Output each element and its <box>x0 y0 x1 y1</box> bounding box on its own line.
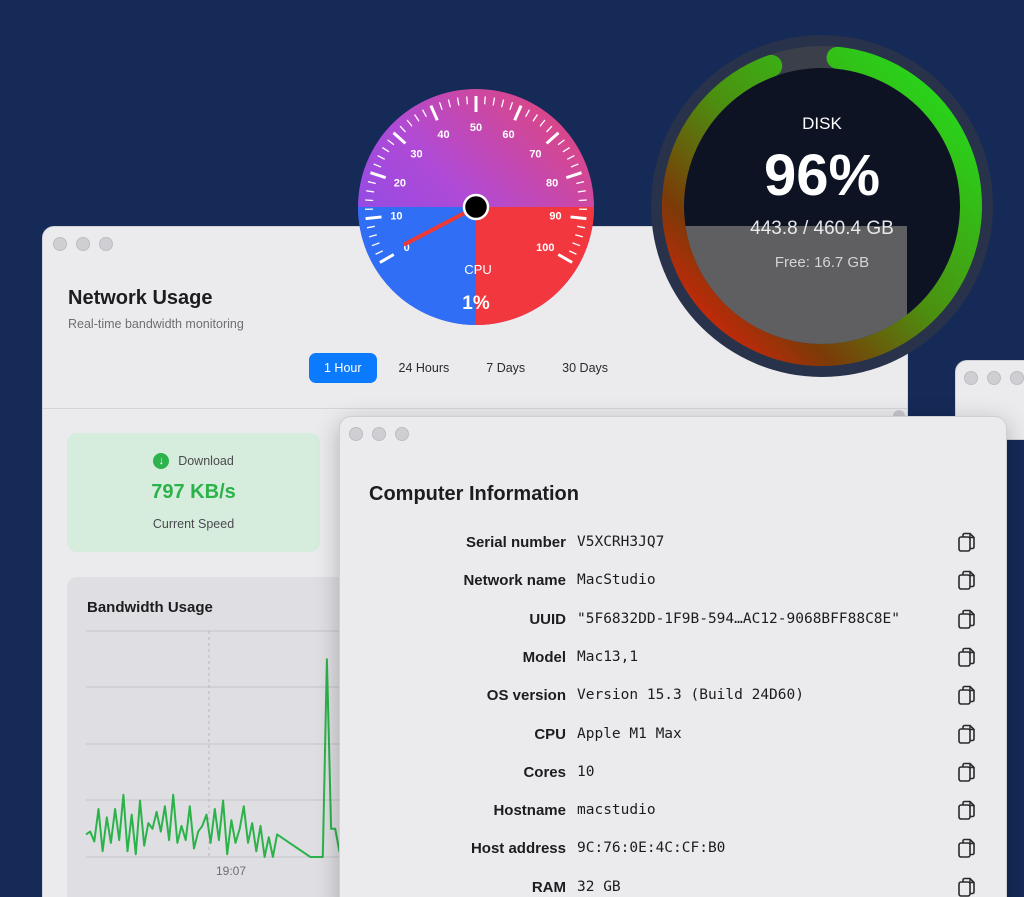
bandwidth-title: Bandwidth Usage <box>87 599 213 616</box>
copy-icon[interactable] <box>957 724 977 746</box>
cpu-gauge-value: 1% <box>462 293 490 314</box>
chart-x-tick-label: 19:07 <box>216 864 246 878</box>
info-label: RAM <box>531 878 566 896</box>
computer-information-window: Computer Information Serial number V5XCRH… <box>339 416 1007 897</box>
tab-7-days[interactable]: 7 Days <box>471 353 540 383</box>
cpu-gauge-hub <box>462 193 490 221</box>
info-value: V5XCRH3JQ7 <box>577 534 665 550</box>
copy-icon[interactable] <box>957 800 977 822</box>
zoom-button[interactable] <box>395 427 409 441</box>
download-label: Download <box>178 454 234 468</box>
window-controls <box>349 427 409 441</box>
cpu-tick-label: 70 <box>529 148 541 160</box>
download-speed: 797 KB/s <box>151 481 236 503</box>
info-label: Network name <box>463 572 566 590</box>
copy-icon[interactable] <box>957 685 977 707</box>
disk-free: Free: 16.7 GB <box>774 254 870 271</box>
cpu-tick-label: 60 <box>502 129 514 141</box>
info-value: "5F6832DD-1F9B-594…AC12-9068BFF88C8E" <box>577 610 901 627</box>
info-label: Cores <box>523 763 566 781</box>
info-label: Model <box>522 648 566 666</box>
copy-icon[interactable] <box>957 532 977 554</box>
info-title: Computer Information <box>369 483 579 505</box>
zoom-button[interactable] <box>1010 371 1024 385</box>
info-label: Serial number <box>465 534 566 551</box>
cpu-tick-label: 30 <box>410 148 422 160</box>
time-range-tabs: 1 Hour 24 Hours 7 Days 30 Days <box>309 353 623 383</box>
cpu-tick-label: 10 <box>390 210 402 222</box>
info-value: Version 15.3 (Build 24D60) <box>577 687 804 704</box>
info-row: Hostname macstudio <box>340 797 1006 827</box>
info-row: RAM 32 GB <box>340 874 1006 897</box>
info-row: Model Mac13,1 <box>340 644 1006 674</box>
download-caption: Current Speed <box>152 517 235 531</box>
close-button[interactable] <box>53 237 67 251</box>
info-row: Host address 9C:76:0E:4C:CF:B0 <box>340 835 1006 865</box>
minimize-button[interactable] <box>76 237 90 251</box>
cpu-gauge-lower-left <box>358 207 476 325</box>
close-button[interactable] <box>349 427 363 441</box>
copy-icon[interactable] <box>957 609 977 631</box>
copy-icon[interactable] <box>957 877 977 897</box>
window-controls <box>53 237 113 251</box>
info-value: MacStudio <box>577 572 656 589</box>
copy-icon[interactable] <box>957 762 977 784</box>
copy-icon[interactable] <box>957 647 977 669</box>
info-row: Cores 10 <box>340 759 1006 789</box>
info-label: Host address <box>470 840 566 858</box>
disk-label: DISK <box>802 114 842 133</box>
info-label: Hostname <box>493 802 566 820</box>
info-row: CPU Apple M1 Max <box>340 721 1006 751</box>
disk-percent: 96% <box>763 143 881 208</box>
page-title: Network Usage <box>68 287 213 309</box>
download-card: ↓ Download 797 KB/s Current Speed <box>67 433 320 552</box>
info-row: UUID "5F6832DD-1F9B-594…AC12-9068BFF88C8E… <box>340 606 1006 636</box>
info-row: Serial number V5XCRH3JQ7 <box>340 529 1006 559</box>
cpu-tick-label: 90 <box>549 210 561 222</box>
cpu-gauge-lower-right <box>476 207 594 325</box>
cpu-major-tick <box>570 215 587 221</box>
cpu-tick-label: 40 <box>437 129 449 141</box>
info-value: Apple M1 Max <box>577 725 682 742</box>
zoom-button[interactable] <box>99 237 113 251</box>
tab-30-days[interactable]: 30 Days <box>547 353 623 383</box>
copy-icon[interactable] <box>957 570 977 592</box>
cpu-gauge-label: CPU <box>464 262 491 277</box>
info-value: 32 GB <box>577 878 621 895</box>
disk-used: 443.8 / 460.4 GB <box>750 218 894 239</box>
info-label: OS version <box>486 687 566 705</box>
cpu-major-tick <box>365 215 382 221</box>
info-row: OS version Version 15.3 (Build 24D60) <box>340 682 1006 712</box>
minimize-button[interactable] <box>372 427 386 441</box>
info-value: 9C:76:0E:4C:CF:B0 <box>577 840 726 857</box>
cpu-gauge: 0102030405060708090100 CPU 1% <box>358 89 594 325</box>
cpu-minor-tick <box>483 96 486 105</box>
cpu-minor-tick <box>578 199 587 202</box>
cpu-tick-label: 20 <box>394 177 406 189</box>
tab-24-hours[interactable]: 24 Hours <box>384 353 465 383</box>
bandwidth-chart: 19:07 <box>85 630 357 878</box>
info-value: macstudio <box>577 802 656 819</box>
page-subtitle: Real-time bandwidth monitoring <box>68 317 244 331</box>
download-arrow-icon: ↓ <box>153 453 170 469</box>
tab-1-hour[interactable]: 1 Hour <box>309 353 377 383</box>
cpu-tick-label: 80 <box>546 177 558 189</box>
cpu-minor-tick <box>466 96 469 105</box>
info-value: Mac13,1 <box>577 648 639 665</box>
divider <box>43 408 907 409</box>
cpu-tick-label: 50 <box>470 122 482 134</box>
cpu-tick-label: 100 <box>536 242 554 254</box>
bandwidth-card: Bandwidth Usage 19:07 <box>67 577 357 897</box>
info-label: UUID <box>529 610 566 628</box>
cpu-minor-tick <box>365 199 374 202</box>
bandwidth-series-line <box>85 658 356 858</box>
info-label: CPU <box>534 725 566 743</box>
info-value: 10 <box>577 763 595 780</box>
info-row: Network name MacStudio <box>340 567 1006 597</box>
copy-icon[interactable] <box>957 838 977 860</box>
